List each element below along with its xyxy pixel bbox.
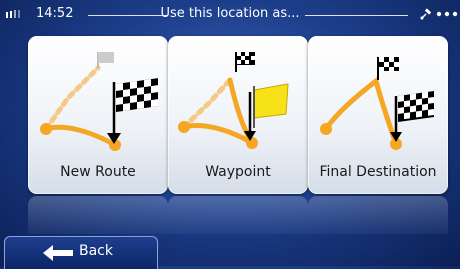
new-route-icon — [40, 52, 158, 151]
back-arrow-icon — [43, 245, 73, 261]
back-label: Back — [79, 243, 113, 259]
back-button[interactable]: Back — [4, 236, 158, 269]
status-bar: 14:52 Use this location as... — [0, 0, 460, 28]
final-destination-icon — [320, 57, 434, 150]
waypoint-label: Waypoint — [205, 164, 271, 180]
tile-reflection — [168, 196, 308, 234]
tile-reflection — [308, 196, 448, 234]
waypoint-button[interactable]: Waypoint — [168, 36, 308, 194]
final-destination-label: Final Destination — [319, 164, 437, 180]
new-route-label: New Route — [60, 164, 136, 180]
tile-reflection — [28, 196, 168, 234]
header-divider-right — [305, 15, 408, 16]
final-destination-button[interactable]: Final Destination — [308, 36, 448, 194]
page-title: Use this location as... — [160, 6, 300, 21]
dots-icon[interactable] — [436, 10, 458, 18]
waypoint-icon — [178, 52, 289, 149]
new-route-button[interactable]: New Route — [28, 36, 168, 194]
satellite-icon — [420, 8, 432, 20]
